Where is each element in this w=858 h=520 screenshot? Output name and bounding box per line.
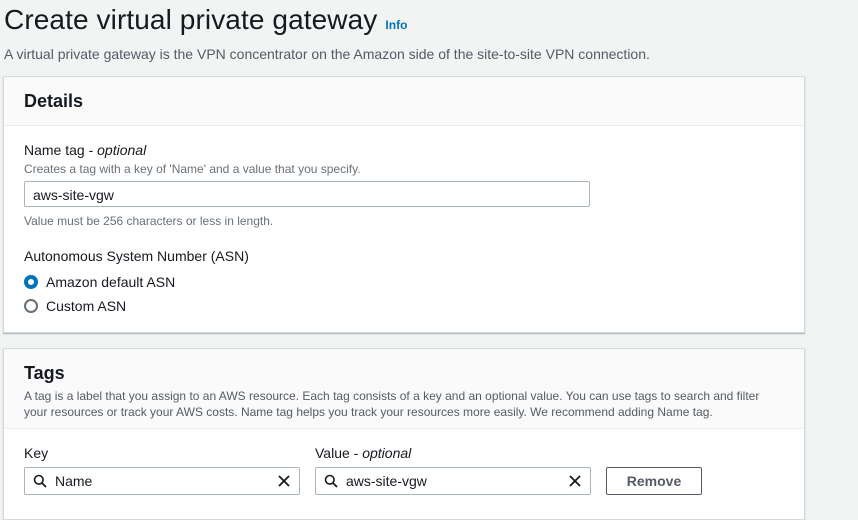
- name-tag-hint: Creates a tag with a key of 'Name' and a…: [24, 162, 361, 176]
- tags-header: Tags A tag is a label that you assign to…: [4, 349, 804, 429]
- search-icon: [316, 474, 346, 488]
- info-link[interactable]: Info: [385, 18, 407, 32]
- name-tag-label: Name tag - optional: [24, 142, 146, 158]
- tag-key-value: Name: [55, 473, 93, 489]
- tags-description: A tag is a label that you assign to an A…: [24, 389, 760, 419]
- tag-value-label-text: Value -: [315, 445, 363, 461]
- details-heading: Details: [24, 90, 84, 111]
- details-panel: Details Name tag - optional Creates a ta…: [3, 76, 805, 333]
- tags-heading: Tags: [24, 363, 65, 383]
- details-header: Details: [4, 77, 804, 126]
- asn-option-label: Custom ASN: [46, 298, 127, 314]
- radio-unchecked-icon[interactable]: [24, 299, 38, 313]
- tag-key-label: Key: [24, 445, 49, 461]
- asn-option-amazon-default[interactable]: Amazon default ASN: [24, 274, 175, 290]
- name-tag-optional-text: optional: [97, 142, 147, 158]
- asn-label: Autonomous System Number (ASN): [24, 248, 249, 264]
- page-description: A virtual private gateway is the VPN con…: [4, 46, 650, 62]
- name-tag-label-text: Name tag -: [24, 142, 98, 158]
- asn-option-custom[interactable]: Custom ASN: [24, 298, 126, 314]
- tag-value-label: Value - optional: [315, 445, 411, 461]
- clear-icon[interactable]: [560, 474, 590, 488]
- page-title-row: Create virtual private gateway Info: [4, 4, 407, 36]
- name-tag-constraint: Value must be 256 characters or less in …: [24, 214, 274, 228]
- tag-key-input[interactable]: Name: [24, 467, 300, 495]
- tag-value-input[interactable]: aws-site-vgw: [315, 467, 591, 495]
- search-icon: [25, 474, 55, 488]
- radio-checked-icon[interactable]: [24, 275, 38, 289]
- asn-option-label: Amazon default ASN: [46, 274, 176, 290]
- page-title: Create virtual private gateway: [4, 4, 378, 35]
- tag-value-value: aws-site-vgw: [346, 473, 427, 489]
- tag-value-optional-text: optional: [362, 445, 412, 461]
- clear-icon[interactable]: [269, 474, 299, 488]
- tags-panel: Tags A tag is a label that you assign to…: [3, 348, 805, 520]
- name-tag-input[interactable]: aws-site-vgw: [24, 181, 590, 207]
- remove-tag-button[interactable]: Remove: [606, 467, 702, 495]
